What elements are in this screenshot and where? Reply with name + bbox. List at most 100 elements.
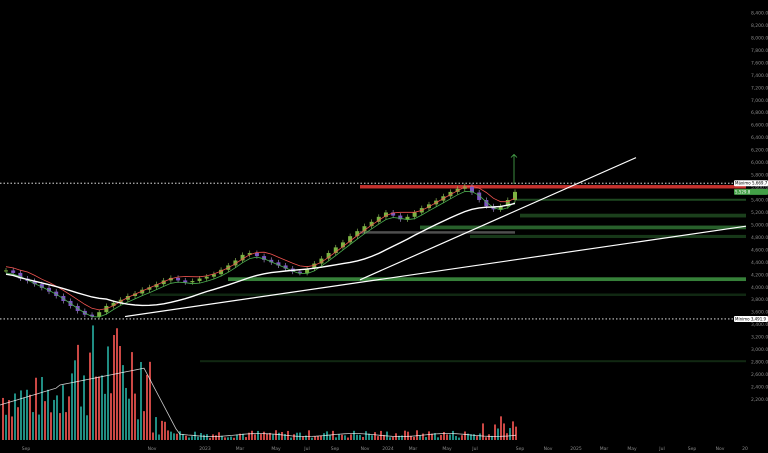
y-tick-label: 6,200.0 bbox=[751, 148, 768, 154]
volume-bar bbox=[404, 430, 406, 440]
volume-bar bbox=[92, 325, 94, 440]
volume-bar bbox=[359, 434, 361, 440]
volume-bar bbox=[317, 436, 319, 440]
volume-bar bbox=[335, 437, 337, 440]
x-tick-label: May bbox=[271, 446, 281, 452]
y-tick-label: 7,400.0 bbox=[751, 73, 768, 79]
volume-bar bbox=[68, 396, 70, 440]
volume-bar bbox=[59, 413, 61, 440]
volume-bar bbox=[341, 434, 343, 440]
volume-bar bbox=[455, 436, 457, 440]
candle-body bbox=[4, 270, 8, 272]
volume-bar bbox=[311, 437, 313, 440]
volume-bar bbox=[260, 434, 262, 440]
volume-bar bbox=[482, 423, 484, 440]
y-tick-label: 5,400.0 bbox=[751, 198, 768, 204]
volume-bar bbox=[362, 436, 364, 440]
y-tick-label: 2,400.0 bbox=[751, 385, 768, 391]
candle-body bbox=[405, 216, 410, 220]
volume-bar bbox=[161, 420, 163, 440]
volume-bar bbox=[314, 436, 316, 440]
volume-bar bbox=[419, 435, 421, 440]
x-tick-label: Jul bbox=[471, 446, 477, 452]
candle-body bbox=[11, 270, 16, 273]
volume-bar bbox=[155, 417, 157, 440]
y-tick-label: 6,400.0 bbox=[751, 135, 768, 141]
x-tick-label: Sep bbox=[331, 446, 340, 452]
price-zone bbox=[470, 234, 746, 239]
volume-bar bbox=[134, 393, 136, 440]
volume-bar bbox=[62, 385, 64, 440]
y-tick-label: 3,600.0 bbox=[751, 310, 768, 316]
volume-bar bbox=[35, 377, 37, 440]
ma-red-line bbox=[5, 185, 516, 311]
volume-bar bbox=[98, 376, 100, 440]
volume-bar bbox=[71, 373, 73, 440]
volume-bar bbox=[512, 421, 514, 440]
price-zone bbox=[420, 225, 746, 230]
volume-bar bbox=[137, 419, 139, 440]
volume-bar bbox=[476, 436, 478, 440]
volume-bar bbox=[152, 432, 154, 440]
volume-bar bbox=[323, 433, 325, 440]
volume-bar bbox=[53, 399, 55, 440]
volume-bar bbox=[503, 423, 505, 440]
volume-bar bbox=[170, 431, 172, 440]
last-price-tag-text: 5,529.8 bbox=[735, 189, 751, 194]
volume-bar bbox=[416, 430, 418, 440]
y-tick-label: 8,400.0 bbox=[751, 11, 768, 17]
long-trendline bbox=[124, 225, 747, 318]
x-tick-label: Sep bbox=[22, 446, 31, 452]
x-tick-label: Nov bbox=[361, 446, 370, 452]
volume-bar bbox=[209, 437, 211, 440]
x-tick-label: 2025 bbox=[570, 446, 582, 452]
volume-bar bbox=[302, 436, 304, 440]
y-tick-label: 5,000.0 bbox=[751, 222, 768, 228]
volume-bar bbox=[197, 436, 199, 440]
volume-bar bbox=[389, 437, 391, 440]
volume-bar bbox=[485, 437, 487, 440]
candle-body bbox=[204, 276, 209, 279]
x-tick-label: Jul bbox=[658, 446, 664, 452]
volume-bar bbox=[446, 434, 448, 440]
volume-bar bbox=[293, 434, 295, 440]
x-tick-label: 20 bbox=[742, 446, 748, 452]
volume-bar bbox=[56, 395, 58, 440]
volume-bar bbox=[11, 416, 13, 440]
candle-body bbox=[197, 278, 202, 282]
volume-bar bbox=[329, 435, 331, 440]
volume-bar bbox=[17, 407, 19, 440]
price-chart: 8,400.0 8,200.0 8,000.0 7,800.0 7,600.0 7,400… bbox=[0, 11, 768, 452]
volume-bar bbox=[86, 415, 88, 440]
volume-bar bbox=[224, 437, 226, 440]
volume-bar bbox=[128, 398, 130, 440]
volume-bar bbox=[233, 437, 235, 440]
candle-body bbox=[254, 252, 259, 257]
volume-bar bbox=[101, 375, 103, 440]
volume-bar bbox=[263, 431, 265, 440]
x-tick-label: Nov bbox=[716, 446, 725, 452]
price-zone bbox=[150, 293, 746, 296]
volume-bar bbox=[479, 433, 481, 440]
volume-bar bbox=[464, 431, 466, 440]
x-tick-label: Sep bbox=[516, 446, 525, 452]
volume-bar bbox=[113, 335, 115, 440]
y-tick-label: 7,000.0 bbox=[751, 98, 768, 104]
candle-body bbox=[97, 312, 102, 317]
volume-bar bbox=[164, 421, 166, 440]
price-zone bbox=[360, 185, 746, 189]
y-tick-label: 2,200.0 bbox=[751, 397, 768, 403]
volume-bar bbox=[407, 431, 409, 440]
volume-bar bbox=[176, 433, 178, 440]
volume-bar bbox=[458, 437, 460, 440]
volume-bar bbox=[125, 387, 127, 440]
volume-bar bbox=[506, 433, 508, 440]
x-tick-label: Mar bbox=[236, 446, 245, 452]
volume-bar bbox=[452, 430, 454, 440]
volume-bar bbox=[332, 430, 334, 440]
volume-bar bbox=[461, 435, 463, 440]
ma-green-line bbox=[5, 191, 516, 318]
volume-bar bbox=[41, 376, 43, 440]
y-tick-label: 7,600.0 bbox=[751, 60, 768, 66]
volume-bar bbox=[146, 374, 148, 440]
